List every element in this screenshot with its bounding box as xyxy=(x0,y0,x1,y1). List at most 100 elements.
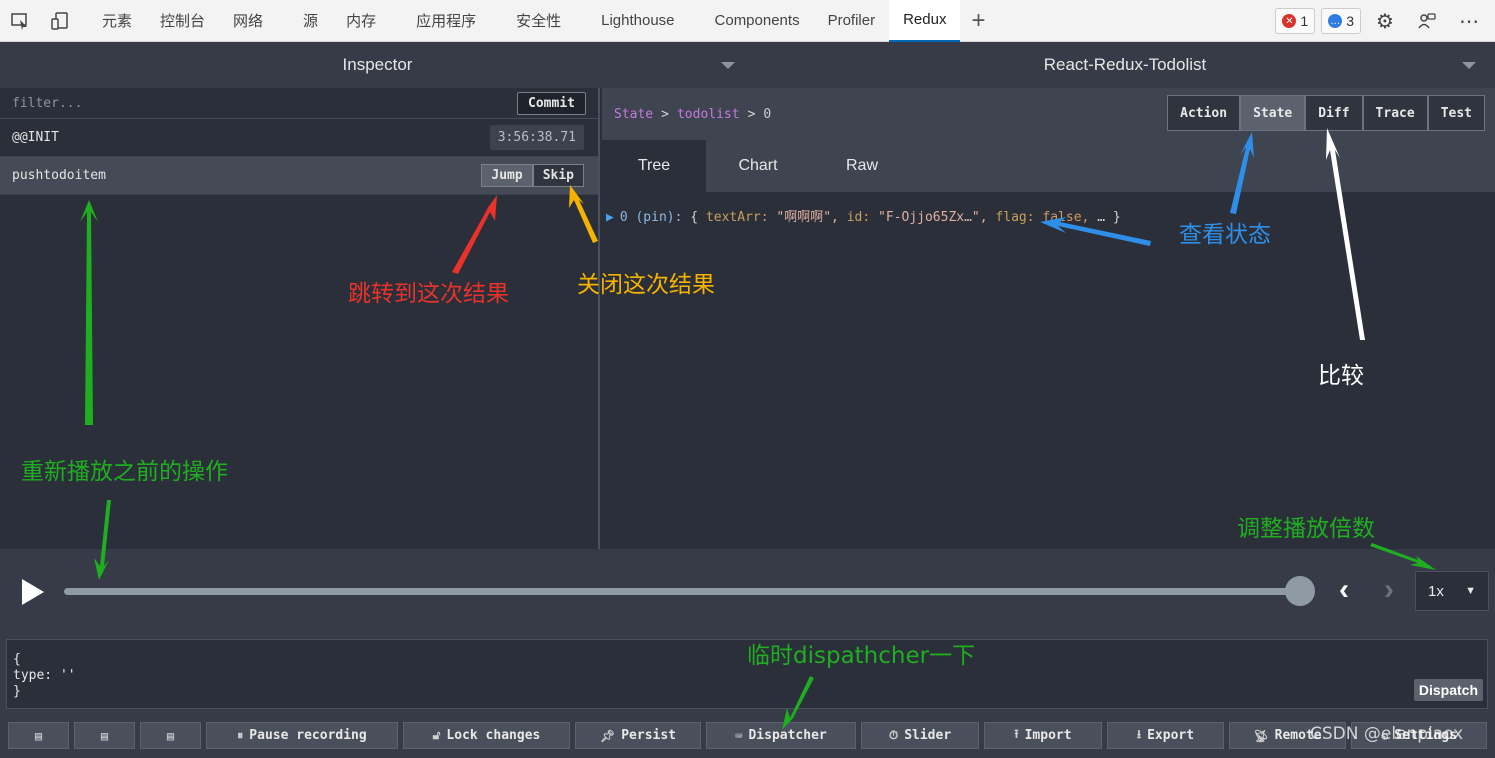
state-tree-node[interactable]: ▶ 0 (pin): { textArr: "啊啊啊", id: "F-Ojjo6… xyxy=(606,206,1121,225)
field-key: id: xyxy=(846,210,871,225)
breadcrumb-separator: > xyxy=(661,106,669,122)
action-controls: Jump Skip xyxy=(481,164,584,187)
pause-recording-button[interactable]: ⏸ Pause recording xyxy=(206,722,398,749)
field-value: "啊啊啊", xyxy=(776,210,839,225)
tab-lighthouse[interactable]: Lighthouse xyxy=(587,0,700,42)
tab-elements[interactable]: 元素 xyxy=(80,0,146,42)
devtools-tabbar: 元素 控制台 网络 源 内存 应用程序 安全性 Lighthouse Compo… xyxy=(0,0,1495,42)
dispatcher-button[interactable]: ⌨ Dispatcher xyxy=(706,722,856,749)
feedback-icon[interactable] xyxy=(1409,0,1445,42)
filter-bar: filter... Commit xyxy=(0,88,598,119)
node-rest: … } xyxy=(1097,210,1121,225)
devtools-status: ✕ 1 … 3 ⚙ ⋯ xyxy=(1275,0,1495,42)
tab-test[interactable]: Test xyxy=(1427,95,1485,131)
slider-track[interactable] xyxy=(64,588,1300,595)
tab-components[interactable]: Components xyxy=(701,0,814,42)
error-badge[interactable]: ✕ 1 xyxy=(1275,8,1316,34)
device-emulation-icon[interactable] xyxy=(40,0,80,42)
speed-select[interactable]: 1x ▼ xyxy=(1415,571,1489,611)
filter-input[interactable]: filter... xyxy=(12,96,82,111)
breadcrumb-item[interactable]: todolist xyxy=(677,107,740,122)
bottom-toolbar: ▤ ▤ ▤ ⏸ Pause recording 🔓︎ Lock changes 📌︎… xyxy=(0,717,1495,758)
monitor-mode-tabs: Action State Diff Trace Test xyxy=(1167,95,1485,131)
breadcrumb-item[interactable]: State xyxy=(614,107,653,122)
speed-value: 1x xyxy=(1428,582,1444,600)
bottom-panel-icon[interactable]: ▤ xyxy=(140,722,201,749)
tab-chart[interactable]: Chart xyxy=(706,140,810,192)
commit-button[interactable]: Commit xyxy=(517,91,586,115)
breadcrumb: State > todolist > 0 Action State Diff T… xyxy=(602,88,1495,140)
action-name: @@INIT xyxy=(12,130,59,145)
error-icon: ✕ xyxy=(1282,14,1297,28)
tab-memory[interactable]: 内存 xyxy=(332,0,402,42)
slider-monitor: ‹ › 1x ▼ xyxy=(0,549,1495,633)
slider-label: Slider xyxy=(904,728,952,743)
action-time: 3:56:38.71 xyxy=(489,125,584,150)
skip-button[interactable]: Skip xyxy=(532,164,584,187)
upload-icon: ⭱ xyxy=(1014,727,1019,741)
message-icon: … xyxy=(1328,14,1343,28)
export-button[interactable]: ⭳ Export xyxy=(1107,722,1224,749)
redux-panel-header: Inspector React-Redux-Todolist xyxy=(0,42,1495,88)
download-icon: ⭳ xyxy=(1136,727,1142,741)
expand-triangle-icon[interactable]: ▶ xyxy=(606,210,614,225)
chevron-left-icon[interactable]: ‹ xyxy=(1339,575,1349,605)
breadcrumb-separator: > xyxy=(747,106,756,122)
tab-sources[interactable]: 源 xyxy=(289,0,332,42)
annotation-dispatch: 临时dispathcher一下 xyxy=(747,643,976,669)
message-badge[interactable]: … 3 xyxy=(1321,8,1361,34)
antenna-icon: 📡︎ xyxy=(1253,728,1269,743)
import-button[interactable]: ⭱ Import xyxy=(984,722,1102,749)
tab-trace[interactable]: Trace xyxy=(1362,95,1428,131)
tab-console[interactable]: 控制台 xyxy=(146,0,219,42)
action-item[interactable]: @@INIT 3:56:38.71 xyxy=(0,119,598,157)
chevron-down-icon[interactable] xyxy=(721,62,735,69)
slider-thumb[interactable] xyxy=(1285,576,1315,606)
tab-diff[interactable]: Diff xyxy=(1305,95,1363,131)
view-tabs: Tree Chart Raw xyxy=(602,140,1495,192)
inspector-selector[interactable]: Inspector xyxy=(0,42,755,88)
left-panel-icon[interactable]: ▤ xyxy=(8,722,69,749)
tab-redux[interactable]: Redux xyxy=(889,0,961,42)
tab-application[interactable]: 应用程序 xyxy=(402,0,502,42)
action-item[interactable]: pushtodoitem Jump Skip xyxy=(0,157,598,195)
dispatch-button[interactable]: Dispatch xyxy=(1413,679,1483,701)
field-key: flag: xyxy=(995,210,1035,225)
play-icon[interactable] xyxy=(22,579,44,605)
tab-raw[interactable]: Raw xyxy=(810,140,914,192)
node-key: 0 (pin): xyxy=(619,210,683,225)
watermark: CSDN @elenpiaox xyxy=(1310,724,1464,744)
annotation-diff: 比较 xyxy=(1318,363,1364,389)
right-panel-icon[interactable]: ▤ xyxy=(74,722,135,749)
pause-icon: ⏸ xyxy=(237,728,244,742)
node-brace: { xyxy=(690,210,699,225)
keyboard-icon: ⌨ xyxy=(735,728,743,743)
annotation-replay: 重新播放之前的操作 xyxy=(21,459,228,485)
export-label: Export xyxy=(1147,728,1195,743)
jump-button[interactable]: Jump xyxy=(481,164,533,187)
tab-security[interactable]: 安全性 xyxy=(502,0,587,42)
add-tab-icon[interactable]: + xyxy=(960,7,996,35)
dispatcher-label: Dispatcher xyxy=(748,728,827,743)
store-selector[interactable]: React-Redux-Todolist xyxy=(755,42,1495,88)
persist-button[interactable]: 📌︎ Persist xyxy=(575,722,701,749)
chevron-right-icon[interactable]: › xyxy=(1384,575,1394,605)
lock-label: Lock changes xyxy=(446,728,541,743)
lock-changes-button[interactable]: 🔓︎ Lock changes xyxy=(403,722,570,749)
pin-icon: 📌︎ xyxy=(599,728,616,743)
pause-label: Pause recording xyxy=(249,728,367,743)
chevron-down-icon[interactable] xyxy=(1462,62,1476,69)
slider-toggle-button[interactable]: ⏱ Slider xyxy=(861,722,979,749)
tab-action[interactable]: Action xyxy=(1167,95,1241,131)
message-count: 3 xyxy=(1346,13,1354,29)
inspect-element-icon[interactable] xyxy=(0,0,40,42)
timer-icon: ⏱ xyxy=(888,728,899,742)
tab-state[interactable]: State xyxy=(1240,95,1306,131)
tab-tree[interactable]: Tree xyxy=(602,140,706,192)
persist-label: Persist xyxy=(621,728,677,743)
tab-profiler[interactable]: Profiler xyxy=(814,0,890,42)
more-options-icon[interactable]: ⋯ xyxy=(1451,0,1487,42)
annotation-jump: 跳转到这次结果 xyxy=(348,281,509,307)
tab-network[interactable]: 网络 xyxy=(219,0,289,42)
gear-icon[interactable]: ⚙ xyxy=(1367,0,1403,42)
